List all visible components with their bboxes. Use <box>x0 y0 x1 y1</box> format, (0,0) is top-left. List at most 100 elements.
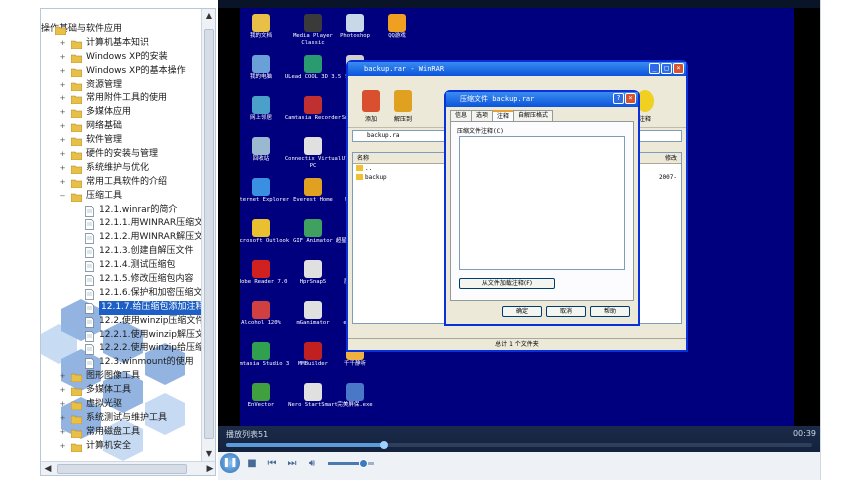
scroll-down-arrow-icon[interactable]: ▼ <box>202 447 215 461</box>
seek-bar[interactable] <box>226 441 812 449</box>
tab-info[interactable]: 信息 <box>450 110 473 121</box>
expand-icon[interactable]: + <box>59 123 66 130</box>
tree-chapter-item[interactable]: + 多媒体工具 <box>41 384 203 398</box>
tab-sfx[interactable]: 自解压格式 <box>513 110 554 121</box>
app-icon <box>304 383 322 401</box>
tree-vertical-scroll-thumb[interactable] <box>204 29 214 439</box>
help-button[interactable]: 帮助 <box>590 306 630 317</box>
minimize-icon[interactable]: _ <box>649 63 660 74</box>
tree-chapter-item[interactable]: + 软件管理 <box>41 134 203 148</box>
expand-icon[interactable]: + <box>59 109 66 116</box>
tree-chapter-item[interactable]: + 计算机基本知识 <box>41 37 203 51</box>
tree-lesson-item[interactable]: 12.1.winrar的简介 <box>41 204 203 218</box>
desktop-icon[interactable]: 完美屏保.exe <box>324 383 386 409</box>
tree-horizontal-scroll-thumb[interactable] <box>57 464 187 474</box>
tree-item-label: 资源管理 <box>86 79 123 90</box>
tree-horizontal-scrollbar[interactable]: ◀ ▶ <box>41 461 215 475</box>
stop-icon[interactable]: ■ <box>244 456 260 472</box>
volume-knob[interactable] <box>358 459 368 468</box>
tree-lesson-item[interactable]: 12.1.1.用WINRAR压缩文件 <box>41 217 212 231</box>
video-area[interactable]: 我的文档 Media Player Classic Photoshop QQ游戏 我的电… <box>218 8 820 426</box>
expand-icon[interactable]: + <box>59 401 66 408</box>
expand-icon[interactable]: + <box>59 95 66 102</box>
load-comment-button[interactable]: 从文件加载注释(F) <box>459 278 555 289</box>
tree-lesson-item[interactable]: 12.1.7.给压缩包添加注释 <box>41 300 207 315</box>
expand-icon[interactable]: + <box>59 137 66 144</box>
tree-chapter-item[interactable]: + 多媒体应用 <box>41 106 203 120</box>
add-button[interactable]: 添加 <box>356 90 386 123</box>
expand-icon[interactable]: + <box>59 373 66 380</box>
tree-item-label: 12.2.2.使用winzip给压缩 <box>99 343 204 354</box>
scroll-up-arrow-icon[interactable]: ▲ <box>202 9 215 23</box>
expand-icon[interactable]: + <box>59 53 66 61</box>
speaker-icon[interactable]: 🔊︎ <box>304 456 320 472</box>
expand-icon[interactable]: + <box>59 178 66 186</box>
pause-button[interactable]: ❚❚ <box>220 453 240 473</box>
scroll-right-arrow-icon[interactable]: ▶ <box>203 462 215 475</box>
close-icon[interactable]: × <box>673 63 684 74</box>
folder-icon <box>71 110 82 119</box>
expand-icon[interactable]: + <box>59 151 66 158</box>
tree-chapter-item[interactable]: + Windows XP的安装 <box>41 51 203 65</box>
column-modified[interactable]: 修改 <box>665 153 677 164</box>
tree-chapter-item[interactable]: + 资源管理 <box>41 79 203 93</box>
tree-lesson-item[interactable]: 12.1.4.测试压缩包 <box>41 259 203 273</box>
comment-textarea[interactable] <box>459 136 625 270</box>
tree-lesson-item[interactable]: 12.1.2.用WINRAR解压文件 <box>41 231 212 245</box>
previous-icon[interactable]: ⏮ <box>264 456 280 472</box>
close-icon[interactable]: × <box>625 93 636 104</box>
tree-chapter-item[interactable]: + 虚拟光驱 <box>41 398 203 412</box>
tree-chapter-item[interactable]: + Windows XP的基本操作 <box>41 65 203 79</box>
app-icon <box>252 301 270 319</box>
tree-chapter-item[interactable]: + 常用工具软件的介绍 <box>41 176 203 190</box>
expand-icon[interactable]: + <box>59 67 66 75</box>
column-name[interactable]: 名称 <box>357 155 369 162</box>
tree-chapter-item[interactable]: + 系统测试与维护工具 <box>41 412 203 426</box>
tree-chapter-item[interactable]: − 压缩工具 <box>41 190 203 204</box>
tree-lesson-item[interactable]: 12.2.使用winzip压缩文件 <box>41 315 204 329</box>
tree-root[interactable]: 操作基础与软件应用 <box>41 23 203 37</box>
expand-icon[interactable]: + <box>59 387 66 394</box>
maximize-icon[interactable]: □ <box>661 63 672 74</box>
scroll-left-arrow-icon[interactable]: ◀ <box>41 462 55 475</box>
tree-lesson-item[interactable]: 12.2.2.使用winzip给压缩 <box>41 342 204 356</box>
extract-to-button[interactable]: 解压到 <box>388 90 418 123</box>
seek-bar-knob[interactable] <box>380 441 389 449</box>
tree-vertical-scrollbar[interactable]: ▲ ▼ <box>201 9 215 461</box>
desktop-icon[interactable]: QQ游戏 <box>366 14 428 40</box>
cancel-button[interactable]: 取消 <box>546 306 586 317</box>
tab-options[interactable]: 选项 <box>471 110 494 121</box>
collapse-icon[interactable]: − <box>59 192 66 200</box>
tree-chapter-item[interactable]: + 常用附件工具的使用 <box>41 92 203 106</box>
expand-icon[interactable]: + <box>59 81 66 89</box>
tree-lesson-item[interactable]: 12.2.1.使用winzip解压文 <box>41 329 204 343</box>
help-icon[interactable]: ? <box>613 93 624 104</box>
tree-chapter-item[interactable]: + 常用磁盘工具 <box>41 426 203 440</box>
expand-icon[interactable]: + <box>59 442 66 450</box>
tree-item-label: 12.1.6.保护和加密压缩文 <box>99 287 203 298</box>
tree-chapter-item[interactable]: + 网络基础 <box>41 120 203 134</box>
winrar-menubar <box>348 76 686 86</box>
tree-lesson-item[interactable]: 12.3.winmount的使用 <box>41 356 203 370</box>
playlist-label[interactable]: 播放列表51 <box>226 429 268 440</box>
folder-icon <box>71 179 82 188</box>
expand-icon[interactable]: + <box>59 39 66 47</box>
expand-icon[interactable]: + <box>59 164 66 172</box>
document-icon <box>85 205 94 217</box>
expand-icon[interactable]: + <box>59 428 66 436</box>
volume-slider[interactable] <box>328 459 374 468</box>
tree-lesson-item[interactable]: 12.1.3.创建自解压文件 <box>41 245 203 259</box>
tree-item-label: 多媒体工具 <box>86 385 132 396</box>
tree-chapter-item[interactable]: + 硬件的安装与管理 <box>41 148 203 162</box>
tree-chapter-item[interactable]: + 图形图像工具 <box>41 370 203 384</box>
tree-root-label: 操作基础与软件应用 <box>41 24 123 34</box>
winrar-titlebar[interactable]: backup.rar - WinRAR _ □ × <box>348 62 686 76</box>
expand-icon[interactable]: + <box>59 414 66 422</box>
next-icon[interactable]: ⏭ <box>284 456 300 472</box>
tree-lesson-item[interactable]: 12.1.5.修改压缩包内容 <box>41 273 203 287</box>
dialog-titlebar[interactable]: 压缩文件 backup.rar ? × <box>446 92 638 107</box>
ok-button[interactable]: 确定 <box>502 306 542 317</box>
tree-chapter-item[interactable]: + 系统维护与优化 <box>41 162 203 176</box>
tree-lesson-item[interactable]: 12.1.6.保护和加密压缩文 <box>41 287 203 301</box>
tree-chapter-item[interactable]: + 计算机安全 <box>41 440 203 454</box>
